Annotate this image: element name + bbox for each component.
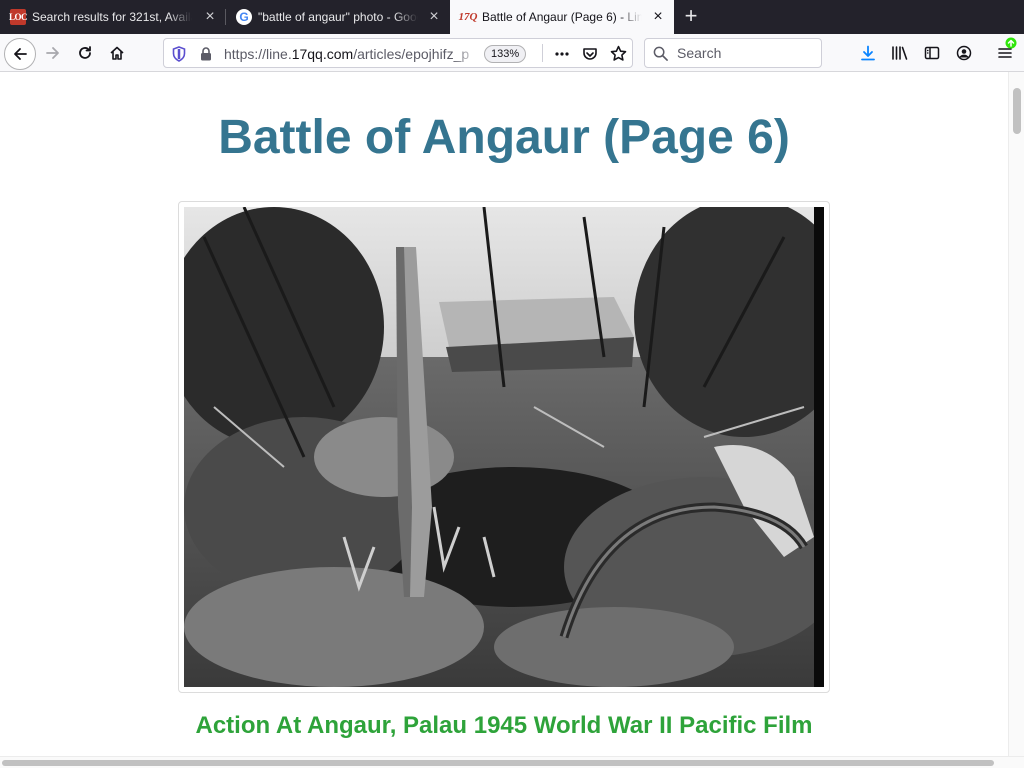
tab-battle-of-angaur[interactable]: 17Q Battle of Angaur (Page 6) - Line × bbox=[450, 0, 674, 34]
tracking-protection-shield-icon[interactable] bbox=[172, 46, 186, 62]
search-input[interactable] bbox=[675, 44, 819, 62]
close-icon[interactable]: × bbox=[202, 9, 218, 25]
download-arrow-icon bbox=[861, 45, 875, 61]
close-icon[interactable]: × bbox=[426, 9, 442, 25]
sidebar-icon bbox=[924, 46, 940, 60]
urlbar-divider bbox=[542, 44, 543, 62]
page-actions-menu-icon[interactable] bbox=[554, 46, 570, 62]
account-button[interactable] bbox=[950, 39, 978, 67]
url-text[interactable]: https://line.17qq.com/articles/epojhifz_… bbox=[224, 46, 479, 62]
back-arrow-icon bbox=[14, 48, 27, 60]
pocket-icon[interactable] bbox=[582, 46, 598, 62]
tab-loc-search[interactable]: LOC Search results for 321st, Available … bbox=[0, 0, 226, 34]
url-bar[interactable]: https://line.17qq.com/articles/epojhifz_… bbox=[163, 38, 633, 68]
close-icon[interactable]: × bbox=[650, 9, 666, 25]
horizontal-scrollbar[interactable] bbox=[0, 756, 1024, 768]
app-menu-button[interactable] bbox=[991, 37, 1019, 67]
article-image-frame bbox=[178, 201, 830, 693]
bookmark-star-icon[interactable] bbox=[610, 45, 627, 62]
loc-favicon: LOC bbox=[9, 9, 28, 25]
forward-button[interactable] bbox=[39, 39, 67, 67]
new-tab-button[interactable]: + bbox=[679, 5, 703, 29]
home-button[interactable] bbox=[103, 39, 131, 67]
home-icon bbox=[110, 46, 124, 60]
account-icon bbox=[956, 45, 972, 61]
sidebar-button[interactable] bbox=[918, 39, 946, 67]
navigation-toolbar: https://line.17qq.com/articles/epojhifz_… bbox=[0, 34, 1024, 72]
reload-icon bbox=[79, 46, 91, 59]
url-prefix: https://line. bbox=[224, 46, 292, 62]
page-content: Battle of Angaur (Page 6) Action At Anga… bbox=[0, 72, 1008, 756]
zoom-indicator[interactable]: 133% bbox=[484, 45, 527, 63]
17qq-favicon: 17Q bbox=[458, 11, 478, 23]
vertical-scrollbar-thumb[interactable] bbox=[1013, 88, 1021, 134]
tab-title: Battle of Angaur (Page 6) - Line bbox=[482, 10, 642, 24]
url-domain: 17qq.com bbox=[291, 46, 354, 62]
back-button[interactable] bbox=[4, 38, 36, 70]
search-box[interactable] bbox=[644, 38, 822, 68]
forward-arrow-icon bbox=[46, 47, 59, 59]
tab-title: "battle of angaur" photo - Google bbox=[258, 10, 418, 24]
tab-title: Search results for 321st, Available bbox=[32, 10, 192, 24]
article-caption: Action At Angaur, Palau 1945 World War I… bbox=[195, 712, 813, 739]
downloads-button[interactable] bbox=[854, 39, 882, 67]
article-photo[interactable] bbox=[184, 207, 824, 687]
library-button[interactable] bbox=[886, 39, 914, 67]
library-icon bbox=[892, 46, 908, 60]
vertical-scrollbar[interactable] bbox=[1008, 72, 1024, 756]
update-available-badge-icon bbox=[1005, 37, 1017, 49]
tab-google-search[interactable]: G "battle of angaur" photo - Google × bbox=[226, 0, 450, 34]
lock-icon[interactable] bbox=[200, 47, 212, 61]
url-path: /articles/epojhifz_p bbox=[353, 46, 470, 62]
reload-button[interactable] bbox=[71, 39, 99, 67]
search-icon bbox=[653, 46, 668, 61]
tab-strip: LOC Search results for 321st, Available … bbox=[0, 0, 1024, 34]
jungle-battle-photo bbox=[184, 207, 824, 687]
google-favicon: G bbox=[236, 9, 252, 25]
horizontal-scrollbar-thumb[interactable] bbox=[2, 760, 994, 766]
page-title: Battle of Angaur (Page 6) bbox=[218, 111, 790, 164]
